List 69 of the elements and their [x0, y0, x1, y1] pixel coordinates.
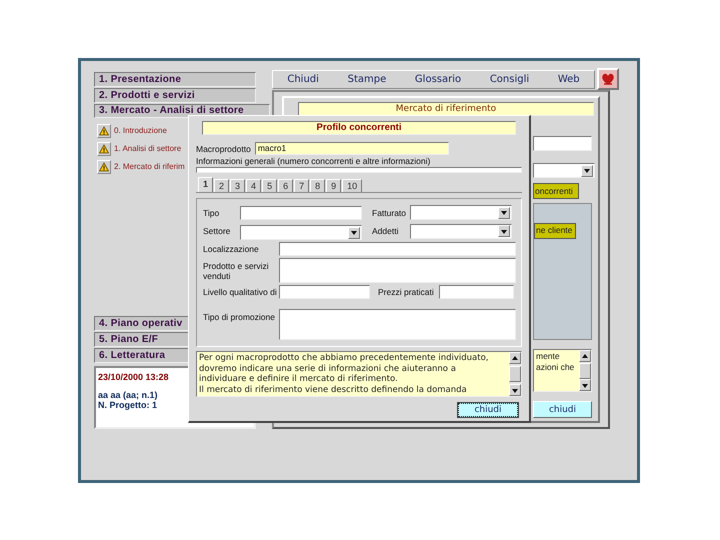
menu-item[interactable]: Chiudi: [281, 74, 325, 85]
tab[interactable]: 10: [342, 179, 362, 192]
input-field[interactable]: [240, 206, 362, 220]
field-label: Fatturato: [372, 208, 408, 218]
dropdown-field[interactable]: [240, 225, 362, 240]
text-area[interactable]: [279, 309, 516, 340]
tab[interactable]: 5: [262, 179, 278, 192]
scrollbar[interactable]: [509, 352, 521, 396]
menu-item[interactable]: Consigli: [484, 74, 536, 85]
field-label: Settore: [203, 226, 232, 236]
menu-item[interactable]: Web: [552, 74, 586, 85]
tab[interactable]: 6: [278, 179, 294, 192]
tab[interactable]: 3: [230, 179, 246, 192]
user-info: aa aa (aa; n.1): [98, 390, 158, 400]
date-time: 23/10/2000 13:28: [98, 372, 169, 382]
action-button[interactable]: oncorrenti: [533, 183, 579, 199]
input-field[interactable]: [533, 136, 592, 151]
field-label: Macroprodotto: [196, 144, 251, 154]
down-arrow-icon: [350, 229, 358, 236]
input-field[interactable]: [196, 167, 522, 173]
sidebar-item[interactable]: 0. Introduzione: [114, 124, 167, 136]
section-header[interactable]: 2. Prodotti e servizi: [94, 88, 256, 103]
dropdown-field[interactable]: [410, 205, 512, 220]
close-button[interactable]: chiudi: [458, 403, 518, 417]
field-label: Livello qualitativo di: [203, 287, 278, 297]
warning-icon: [99, 162, 109, 172]
up-arrow-icon: [511, 354, 519, 362]
heart-icon: [601, 72, 615, 86]
action-button[interactable]: ne cliente: [534, 222, 576, 238]
input-field[interactable]: [279, 285, 370, 299]
tab[interactable]: 8: [310, 179, 326, 192]
input-field[interactable]: macro1: [254, 142, 449, 155]
close-button[interactable]: chiudi: [533, 401, 592, 418]
field-label: Informazioni generali (numero concorrenti e altre informazioni): [196, 156, 432, 166]
menu-item[interactable]: Stampe: [342, 74, 392, 85]
tab[interactable]: 1: [198, 177, 214, 192]
dropdown-field[interactable]: [533, 163, 595, 178]
down-arrow-icon: [500, 209, 508, 216]
down-arrow-icon: [583, 167, 591, 174]
field-label: Prodotto e servizi venduti: [203, 260, 270, 280]
down-arrow-icon: [500, 228, 508, 234]
tab[interactable]: 2: [214, 179, 230, 192]
dropdown-field[interactable]: [410, 224, 512, 238]
close-button[interactable]: [597, 68, 619, 90]
project-number: N. Progetto: 1: [98, 400, 158, 410]
sidebar-item[interactable]: 1. Analisi di settore: [114, 142, 182, 154]
scrollbar[interactable]: [579, 350, 591, 391]
field-label: Prezzi praticati: [378, 287, 434, 297]
field-label: Addetti: [372, 226, 400, 236]
down-arrow-icon: [581, 382, 589, 388]
menu-item[interactable]: Glossario: [408, 74, 468, 85]
sidebar-item[interactable]: 2. Mercato di riferim: [114, 160, 185, 172]
description-text: mente azioni che: [535, 350, 576, 374]
up-arrow-icon: [581, 352, 589, 360]
warning-icon: [99, 144, 109, 154]
section-header[interactable]: 3. Mercato - Analisi di settore: [94, 104, 270, 118]
down-arrow-icon: [511, 386, 519, 394]
dialog-title: Profilo concorrenti: [202, 121, 516, 135]
section-header[interactable]: 1. Presentazione: [94, 72, 256, 87]
input-field[interactable]: [279, 258, 516, 283]
window-title: Mercato di riferimento: [298, 102, 594, 116]
warning-icon: [99, 126, 109, 136]
tab[interactable]: 4: [246, 179, 262, 192]
field-label: Localizzazione: [203, 244, 260, 254]
input-field[interactable]: [438, 285, 514, 299]
field-label: Tipo: [203, 208, 220, 218]
input-field[interactable]: [279, 242, 516, 256]
tab[interactable]: 9: [326, 179, 342, 192]
tab[interactable]: 7: [294, 179, 310, 192]
